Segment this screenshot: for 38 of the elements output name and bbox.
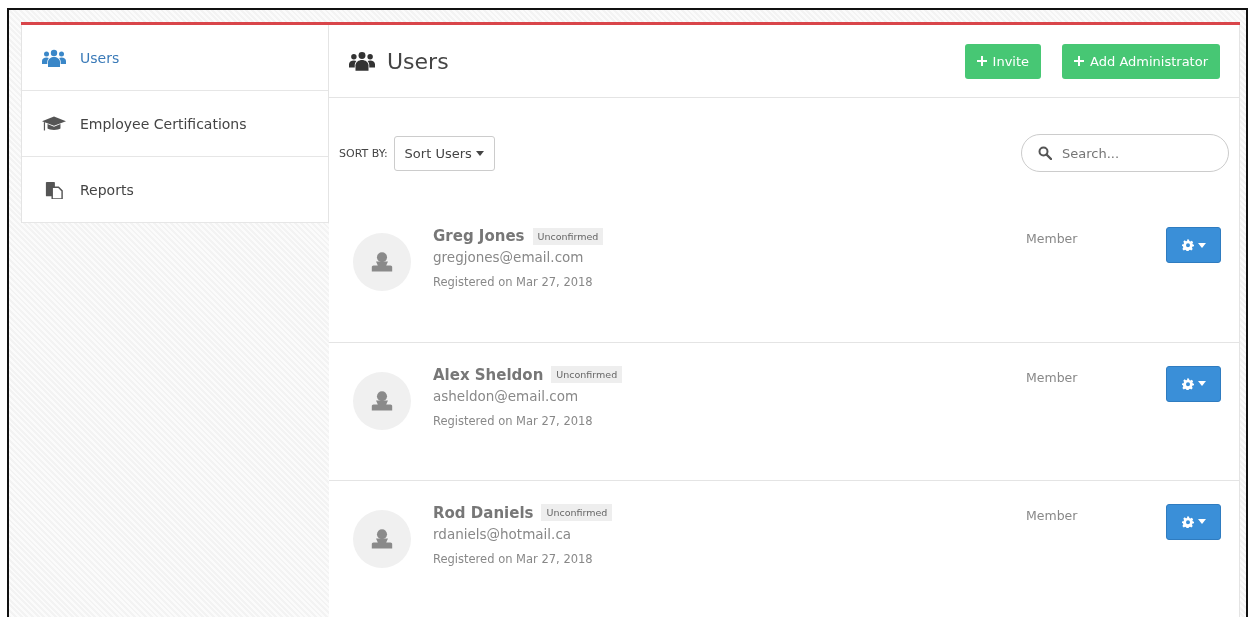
status-badge: Unconfirmed (532, 227, 604, 245)
sort-label: SORT BY: (339, 146, 388, 160)
caret-icon (1197, 242, 1206, 248)
user-role: Member (1026, 507, 1079, 523)
sort-dropdown[interactable]: Sort Users (393, 135, 495, 171)
caret-icon (1197, 381, 1206, 386)
graduation-cap-icon (42, 114, 66, 133)
user-name: Greg Jones (433, 227, 525, 246)
search-field[interactable]: Search... (1021, 134, 1229, 173)
user-role: Member (1026, 369, 1079, 385)
user-email: gregjones@email.com (433, 249, 585, 266)
settings-dropdown-button[interactable] (1166, 227, 1221, 264)
search-icon (1038, 146, 1052, 161)
user-email: asheldon@email.com (433, 387, 580, 404)
plus-icon (1074, 56, 1085, 67)
user-name: Rod Daniels (433, 503, 534, 522)
settings-dropdown-button[interactable] (1166, 365, 1221, 402)
status-badge: Unconfirmed (551, 366, 623, 383)
gear-icon (1181, 239, 1194, 252)
registration-date: Registered on Mar 27, 2018 (433, 275, 594, 290)
plus-icon (976, 56, 987, 67)
user-role: Member (1026, 231, 1079, 247)
sidebar-item[interactable]: Employee Certifications (22, 91, 328, 157)
user-name: Alex Sheldon (433, 365, 544, 384)
sidebar-item[interactable]: Users (22, 25, 328, 91)
registration-date: Registered on Mar 27, 2018 (433, 551, 594, 566)
users-icon (42, 48, 66, 67)
gear-icon (1181, 377, 1194, 390)
status-badge: Unconfirmed (541, 504, 613, 522)
sidebar-item[interactable]: Reports (22, 157, 328, 223)
user-email: rdaniels@hotmail.ca (433, 525, 573, 542)
page-title: Users (387, 48, 449, 74)
caret-icon (475, 150, 484, 156)
registration-date: Registered on Mar 27, 2018 (433, 413, 594, 428)
users-icon (349, 51, 375, 72)
gear-icon (1181, 515, 1194, 528)
caret-icon (1197, 519, 1206, 525)
settings-dropdown-button[interactable] (1166, 503, 1221, 540)
